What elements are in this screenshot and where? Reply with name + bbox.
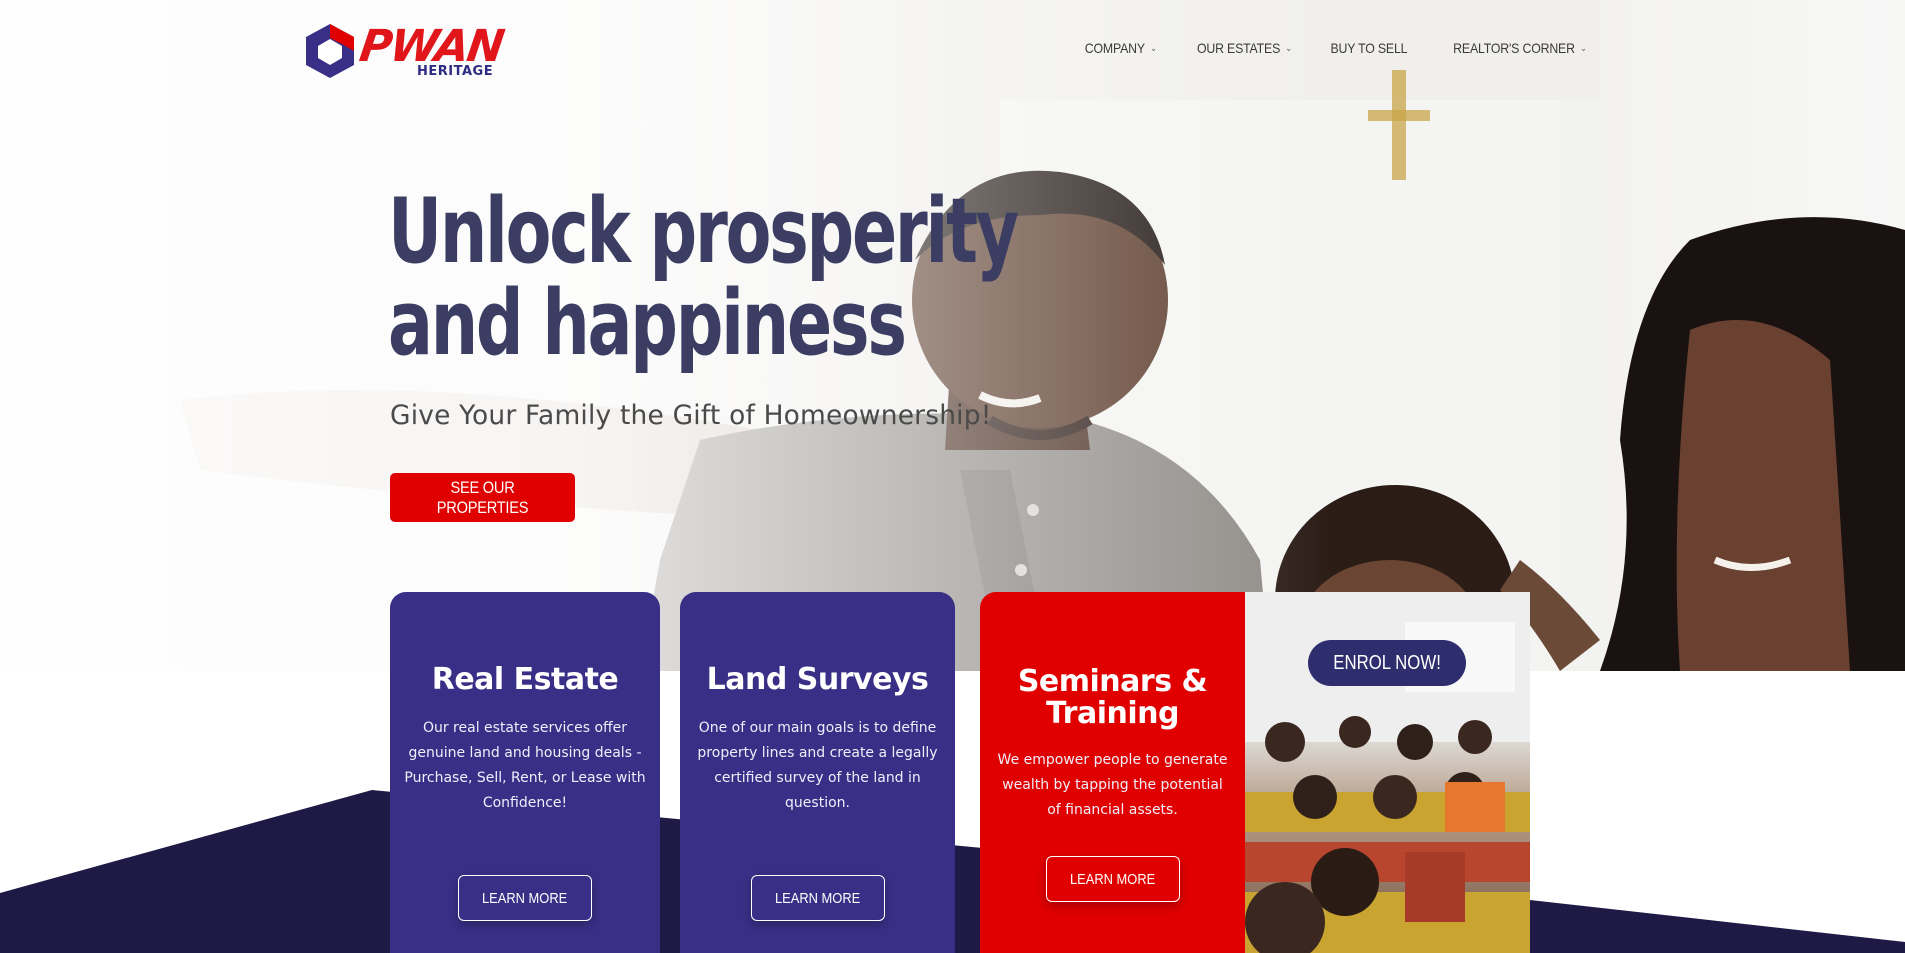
card-text-line: Our real estate services offer: [422, 720, 628, 736]
card-text-line: property lines and create a legally: [697, 745, 938, 761]
card-text-line: Confidence!: [482, 795, 568, 811]
learn-more-button[interactable]: LEARN MORE: [750, 875, 885, 921]
nav-item-our-estates[interactable]: OUR ESTATES ⌄: [1197, 40, 1292, 56]
card-land-surveys: Land Surveys One of our main goals is to…: [680, 592, 955, 953]
card-text-line: Purchase, Sell, Rent, or Lease with: [404, 770, 646, 786]
card-text-line: We empower people to generate: [997, 752, 1228, 768]
card-title-line2: Training: [1046, 696, 1179, 731]
card-seminars-training: Seminars & Training We empower people to…: [980, 592, 1245, 953]
hero-title-line1: Unlock prosperity: [388, 179, 1019, 284]
button-label: LEARN MORE: [482, 889, 568, 907]
chevron-down-icon: ⌄: [1285, 42, 1293, 53]
card-text-line: genuine land and housing deals -: [408, 745, 642, 761]
nav-item-realtors-corner[interactable]: REALTOR'S CORNER ⌄: [1453, 40, 1588, 56]
nav-label: BUY TO SELL: [1330, 40, 1408, 56]
hero-light-overlay: [0, 0, 1905, 671]
card-title-line1: Seminars &: [1017, 664, 1208, 699]
nav-item-company[interactable]: COMPANY ⌄: [1084, 40, 1156, 56]
learn-more-button[interactable]: LEARN MORE: [458, 875, 592, 921]
enrol-now-button[interactable]: ENROL NOW!: [1308, 640, 1466, 686]
see-our-properties-button[interactable]: SEE OUR PROPERTIES: [390, 473, 575, 522]
logo-subname: HERITAGE: [417, 64, 494, 79]
chevron-down-icon: ⌄: [1580, 42, 1588, 53]
hero-background-photo: [0, 0, 1905, 671]
card-text-line: One of our main goals is to define: [698, 720, 937, 736]
button-label: LEARN MORE: [1069, 870, 1156, 888]
card-title: Seminars & Training: [980, 666, 1245, 730]
nav-item-buy-to-sell[interactable]: BUY TO SELL: [1331, 40, 1408, 56]
card-text-line: question.: [785, 795, 850, 811]
hexagon-logo-icon: [306, 24, 354, 78]
pwan-heritage-logo[interactable]: PWAN HERITAGE: [304, 20, 510, 82]
chevron-down-icon: ⌄: [1149, 42, 1157, 53]
nav-label: OUR ESTATES: [1197, 40, 1281, 56]
card-title: Real Estate: [431, 662, 619, 697]
hero-title-line2: and happiness: [388, 271, 907, 376]
nav-label: REALTOR'S CORNER: [1453, 40, 1576, 56]
site-header: PWAN HERITAGE COMPANY ⌄ OUR ESTATES ⌄ BU…: [0, 0, 1905, 100]
card-description: We empower people to generate wealth by …: [980, 748, 1245, 823]
card-text-line: of financial assets.: [1047, 802, 1178, 818]
card-title: Land Surveys: [706, 662, 929, 697]
hero-title: Unlock prosperity and happiness: [388, 179, 1019, 376]
button-label: SEE OUR PROPERTIES: [436, 477, 529, 517]
button-label: LEARN MORE: [774, 889, 861, 907]
button-label: ENROL NOW!: [1333, 651, 1441, 674]
card-real-estate: Real Estate Our real estate services off…: [390, 592, 660, 953]
nav-label: COMPANY: [1084, 40, 1145, 56]
card-description: One of our main goals is to define prope…: [680, 716, 955, 816]
main-navigation: COMPANY ⌄ OUR ESTATES ⌄ BUY TO SELL REAL…: [1075, 40, 1587, 56]
learn-more-button[interactable]: LEARN MORE: [1045, 856, 1180, 902]
card-text-line: wealth by tapping the potential: [1002, 777, 1223, 793]
hero-subtitle: Give Your Family the Gift of Homeownersh…: [390, 400, 992, 431]
card-text-line: certified survey of the land in: [714, 770, 921, 786]
card-description: Our real estate services offer genuine l…: [390, 716, 660, 816]
